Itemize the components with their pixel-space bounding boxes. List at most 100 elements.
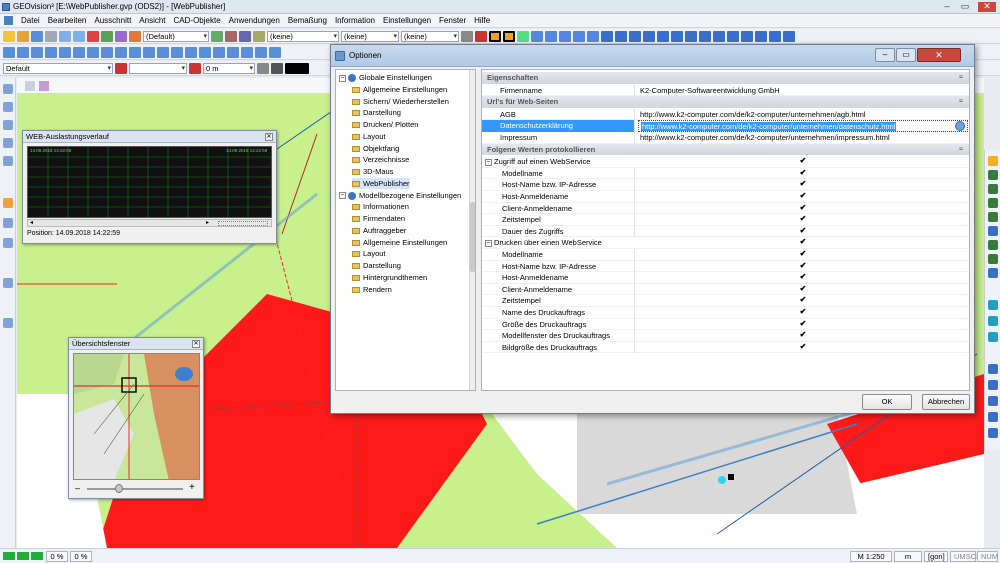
options-maximize-button[interactable]: ▭ <box>896 48 916 62</box>
fill-combo[interactable]: (keine) <box>401 30 459 42</box>
view4-icon[interactable] <box>573 30 585 42</box>
zoom-track[interactable] <box>87 488 183 490</box>
log-option-checkbox[interactable]: ✔ <box>799 284 807 293</box>
measure3-icon[interactable] <box>988 396 998 406</box>
spin-icon[interactable] <box>257 62 269 74</box>
menu-einstellungen[interactable]: Einstellungen <box>379 16 435 25</box>
menu-datei[interactable]: Datei <box>17 16 44 25</box>
zoom-thumb[interactable] <box>115 484 123 493</box>
layer-icon[interactable] <box>101 30 113 42</box>
log-group[interactable]: – Drucken über einen WebService ✔ <box>482 237 969 249</box>
minimize-button[interactable]: – <box>940 2 954 12</box>
view-icon[interactable] <box>531 30 543 42</box>
tree-expand-icon[interactable]: – <box>339 74 346 82</box>
log-option-row[interactable]: Client-Anmeldename ✔ <box>482 283 969 296</box>
line-tool-icon[interactable] <box>3 102 13 112</box>
align11-icon[interactable] <box>741 30 753 42</box>
tree-item[interactable]: Verzeichnisse <box>352 154 409 166</box>
align10-icon[interactable] <box>727 30 739 42</box>
zoom-window-icon[interactable] <box>988 198 998 208</box>
angle-unit-display[interactable]: [gon] <box>924 551 948 562</box>
default-combo[interactable]: (Default) <box>143 30 209 42</box>
draw15-icon[interactable] <box>199 46 211 58</box>
align8-icon[interactable] <box>699 30 711 42</box>
log-group[interactable]: – Zugriff auf einen WebService ✔ <box>482 156 969 168</box>
pen-combo[interactable]: (keine) <box>341 30 399 42</box>
measure-icon[interactable] <box>988 364 998 374</box>
log-option-row[interactable]: Host-Anmeldename ✔ <box>482 272 969 284</box>
group-checkbox[interactable]: ✔ <box>799 238 807 246</box>
log-option-row[interactable]: Host-Anmeldename ✔ <box>482 191 969 203</box>
view5-icon[interactable] <box>587 30 599 42</box>
property-value[interactable]: http://www.k2-computer.com/de/k2-compute… <box>638 109 968 121</box>
property-value[interactable]: K2-Computer-Softwareentwicklung GmbH <box>638 85 968 97</box>
url-row[interactable]: AGB http://www.k2-computer.com/de/k2-comp… <box>482 108 969 121</box>
grid-icon[interactable] <box>517 30 529 42</box>
tree-item[interactable]: Informationen <box>352 201 409 213</box>
tree-item[interactable]: Drucken/ Plotten <box>352 119 418 131</box>
tree-item[interactable]: Layout <box>352 131 386 143</box>
select-icon[interactable] <box>3 84 13 94</box>
dim-tool-icon[interactable] <box>3 318 13 328</box>
draw11-icon[interactable] <box>143 46 155 58</box>
draw12-icon[interactable] <box>157 46 169 58</box>
draw3-icon[interactable] <box>31 46 43 58</box>
palette-icon[interactable] <box>115 30 127 42</box>
restore-button[interactable]: ▭ <box>958 2 972 12</box>
log-option-row[interactable]: Modellname ✔ <box>482 167 969 180</box>
doc-tab2-icon[interactable] <box>39 81 49 91</box>
zoom-all-icon[interactable] <box>988 212 998 222</box>
log-option-checkbox[interactable]: ✔ <box>799 308 807 316</box>
arc-tool-icon[interactable] <box>3 120 13 130</box>
tree-scroll-thumb[interactable] <box>470 202 475 272</box>
section-header[interactable]: Folgene Werten protokollieren ≈ <box>482 143 969 156</box>
log-option-checkbox[interactable]: ✔ <box>799 342 807 351</box>
menu-information[interactable]: Information <box>331 16 379 25</box>
collapse-icon[interactable]: ≈ <box>959 72 963 84</box>
save-icon[interactable] <box>31 30 43 42</box>
linetype-combo[interactable] <box>129 62 187 74</box>
zoom-in-button[interactable]: + <box>189 482 195 493</box>
tree-item[interactable]: Allgemeine Einstellungen <box>352 84 447 96</box>
zoom-prev-icon[interactable] <box>988 240 998 250</box>
menu-ausschnitt[interactable]: Ausschnitt <box>90 16 135 25</box>
tree-item[interactable]: Auftraggeber <box>352 225 406 237</box>
property-value[interactable]: http://www.k2-computer.com/de/k2-compute… <box>638 132 968 144</box>
draw17-icon[interactable] <box>227 46 239 58</box>
group-expand-icon[interactable]: – <box>485 158 492 166</box>
zoom-out-button[interactable]: – <box>75 483 80 493</box>
section-header[interactable]: Eigenschaften ≈ <box>482 72 969 84</box>
draw8-icon[interactable] <box>101 46 113 58</box>
draw13-icon[interactable] <box>171 46 183 58</box>
zoom-next-icon[interactable] <box>988 254 998 264</box>
log-option-row[interactable]: Dauer des Zugriffs ✔ <box>482 225 969 238</box>
zoom-out-icon[interactable] <box>988 184 998 194</box>
print-icon[interactable] <box>45 30 57 42</box>
snap3-icon[interactable] <box>239 30 251 42</box>
zoom-in-icon[interactable] <box>988 170 998 180</box>
web-usage-close-button[interactable]: ✕ <box>265 133 273 141</box>
rect-tool-icon[interactable] <box>3 138 13 148</box>
draw4-icon[interactable] <box>45 46 57 58</box>
align-icon[interactable] <box>601 30 613 42</box>
delete-icon[interactable] <box>87 30 99 42</box>
overview-close-button[interactable]: ✕ <box>192 340 200 348</box>
length-icon[interactable] <box>189 62 201 74</box>
options-minimize-button[interactable]: – <box>875 48 895 62</box>
redo-icon[interactable] <box>73 30 85 42</box>
measure5-icon[interactable] <box>988 428 998 438</box>
ok-button[interactable]: OK <box>862 394 912 410</box>
align2-icon[interactable] <box>615 30 627 42</box>
tree-item[interactable]: Rendern <box>352 284 392 296</box>
snap2-icon[interactable] <box>225 30 237 42</box>
draw14-icon[interactable] <box>185 46 197 58</box>
align5-icon[interactable] <box>657 30 669 42</box>
collapse-icon[interactable]: ≈ <box>959 144 963 156</box>
collapse-icon[interactable]: ≈ <box>959 96 963 108</box>
log-option-checkbox[interactable]: ✔ <box>799 203 807 212</box>
length-combo[interactable]: 0 m <box>203 62 255 74</box>
zoom-slider[interactable] <box>218 221 268 226</box>
menu-ansicht[interactable]: Ansicht <box>135 16 169 25</box>
log-option-row[interactable]: Größe des Druckauftrags ✔ <box>482 318 969 331</box>
menu-cad-objekte[interactable]: CAD-Objekte <box>170 16 225 25</box>
